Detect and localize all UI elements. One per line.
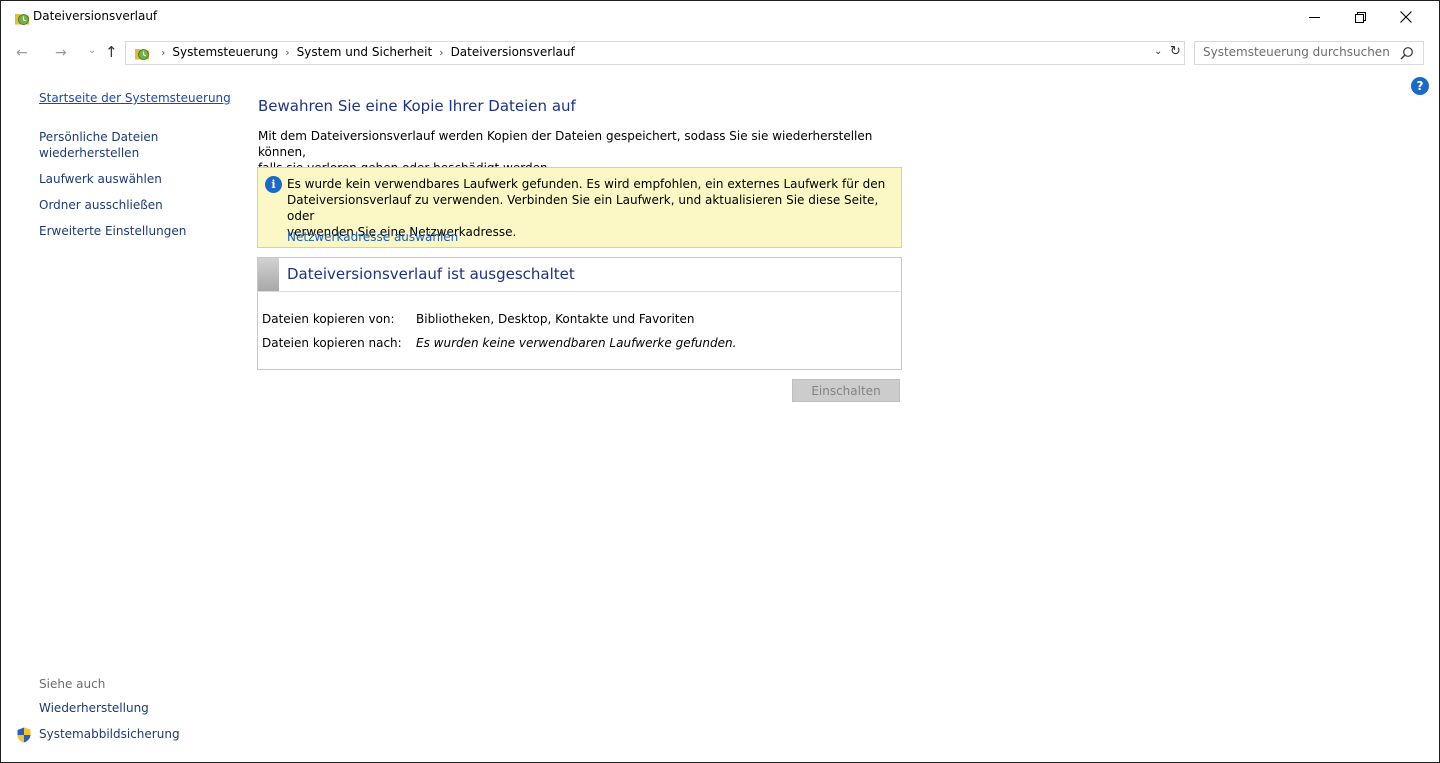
- window-title: Dateiversionsverlauf: [33, 9, 158, 23]
- uac-shield-icon: [17, 727, 31, 743]
- see-also-heading: Siehe auch: [39, 677, 106, 691]
- copy-to-label: Dateien kopieren nach:: [262, 336, 402, 350]
- select-drive-link[interactable]: Laufwerk auswählen: [39, 171, 162, 188]
- page-title: Bewahren Sie eine Kopie Ihrer Dateien au…: [258, 97, 576, 115]
- recovery-link[interactable]: Wiederherstellung: [39, 701, 149, 715]
- help-icon[interactable]: ?: [1411, 77, 1429, 95]
- copy-from-label: Dateien kopieren von:: [262, 312, 395, 326]
- minimize-icon: [1308, 16, 1320, 18]
- search-input[interactable]: [1203, 45, 1393, 59]
- chevron-right-icon[interactable]: ›: [285, 46, 289, 59]
- navigation-bar: ← → ⌄ ↑ › Systemsteuerung › System und S…: [1, 37, 1439, 69]
- restore-icon: [1354, 11, 1366, 23]
- breadcrumb-dateiversionsverlauf[interactable]: Dateiversionsverlauf: [451, 45, 575, 59]
- copy-from-value: Bibliotheken, Desktop, Kontakte und Favo…: [416, 312, 695, 326]
- chevron-right-icon[interactable]: ›: [439, 46, 443, 59]
- address-bar[interactable]: › Systemsteuerung › System und Sicherhei…: [125, 41, 1185, 65]
- system-image-backup-link[interactable]: Systemabbildsicherung: [39, 727, 180, 741]
- file-history-icon: [15, 14, 29, 25]
- minimize-button[interactable]: [1291, 1, 1337, 33]
- warning-line: Es wurde kein verwendbares Laufwerk gefu…: [287, 177, 886, 191]
- exclude-folders-link[interactable]: Ordner ausschließen: [39, 197, 163, 214]
- copy-to-value: Es wurden keine verwendbaren Laufwerke g…: [416, 336, 737, 350]
- restore-button[interactable]: [1337, 1, 1383, 33]
- back-arrow-icon[interactable]: ←: [16, 45, 28, 61]
- control-panel-home-link[interactable]: Startseite der Systemsteuerung: [39, 91, 231, 105]
- file-history-status-panel: Dateiversionsverlauf ist ausgeschaltet D…: [257, 257, 902, 370]
- select-network-location-link[interactable]: Netzwerkadresse auswählen: [287, 230, 458, 244]
- forward-arrow-icon[interactable]: →: [55, 45, 67, 61]
- search-icon[interactable]: [1400, 46, 1414, 60]
- restore-personal-files-link-line2[interactable]: wiederherstellen: [39, 145, 139, 162]
- refresh-icon[interactable]: ↻: [1170, 44, 1181, 59]
- breadcrumb: › Systemsteuerung › System und Sicherhei…: [154, 45, 575, 59]
- close-icon: [1400, 11, 1412, 23]
- chevron-right-icon[interactable]: ›: [161, 46, 165, 59]
- close-button[interactable]: [1383, 1, 1429, 33]
- recent-locations-chevron-icon[interactable]: ⌄: [88, 45, 96, 56]
- up-arrow-icon[interactable]: ↑: [105, 43, 118, 61]
- status-header: Dateiversionsverlauf ist ausgeschaltet: [258, 258, 901, 292]
- title-bar: Dateiversionsverlauf: [1, 1, 1439, 37]
- no-drive-warning: i Es wurde kein verwendbares Laufwerk ge…: [257, 167, 902, 248]
- search-box[interactable]: [1194, 41, 1424, 65]
- status-indicator: [258, 258, 279, 291]
- control-panel-window: Dateiversionsverlauf ← → ⌄ ↑ › Systemste…: [0, 0, 1440, 763]
- description-line: Mit dem Dateiversionsverlauf werden Kopi…: [258, 129, 873, 159]
- info-icon: i: [265, 176, 282, 193]
- breadcrumb-system-und-sicherheit[interactable]: System und Sicherheit: [297, 45, 433, 59]
- address-dropdown-icon[interactable]: ⌄: [1154, 46, 1162, 57]
- turn-on-button[interactable]: Einschalten: [792, 379, 900, 402]
- status-title: Dateiversionsverlauf ist ausgeschaltet: [287, 265, 575, 283]
- advanced-settings-link[interactable]: Erweiterte Einstellungen: [39, 223, 186, 240]
- restore-personal-files-link[interactable]: Persönliche Dateien: [39, 129, 158, 146]
- control-panel-icon: [135, 49, 149, 60]
- breadcrumb-systemsteuerung[interactable]: Systemsteuerung: [172, 45, 278, 59]
- warning-line: Dateiversionsverlauf zu verwenden. Verbi…: [287, 193, 879, 223]
